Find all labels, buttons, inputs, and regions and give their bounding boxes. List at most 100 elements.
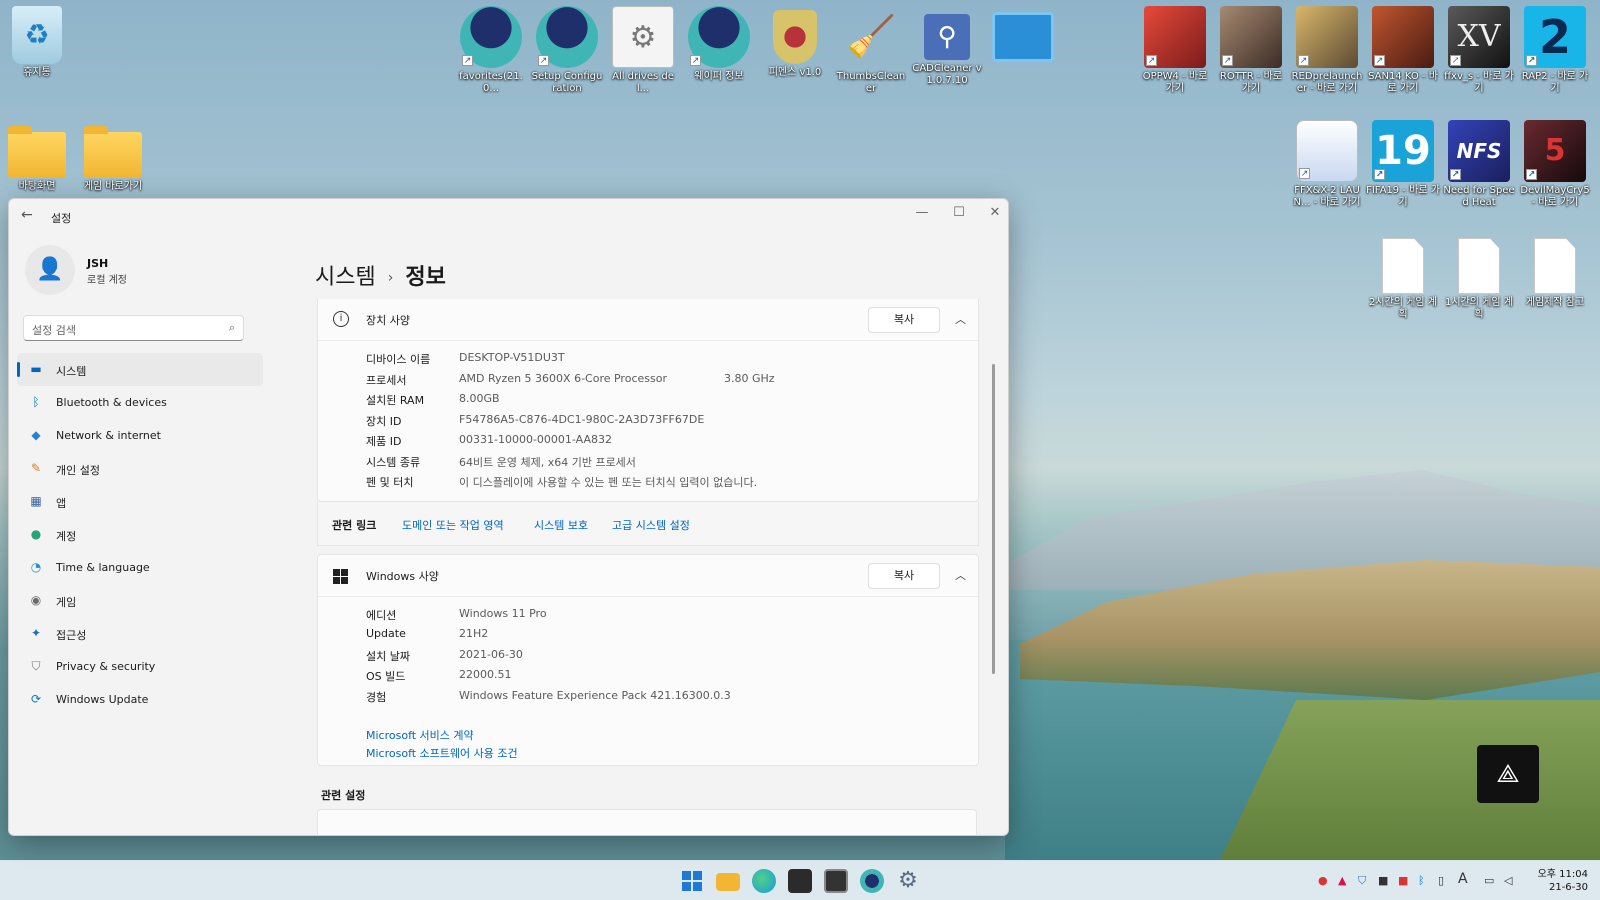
desktop-icon-oppw4[interactable]: ↗ OPPW4 - 바로 가기: [1138, 6, 1212, 95]
desktop-icon-doc-3[interactable]: 게임제작 참고: [1518, 238, 1592, 309]
desktop-icon-dashboard[interactable]: [986, 6, 1060, 65]
tray-shield-icon[interactable]: ⛉: [1358, 874, 1366, 888]
related-settings-title: 관련 설정: [321, 789, 366, 802]
link-microsoft-services-agreement[interactable]: Microsoft 서비스 계약: [366, 727, 474, 743]
desktop-icon-setup-configuration[interactable]: ↗ Setup Configuration: [530, 6, 604, 95]
shortcut-arrow-icon: ↗: [1526, 55, 1537, 66]
network-icon[interactable]: ▭: [1484, 874, 1494, 887]
chart-dashboard-icon: [992, 12, 1054, 62]
copy-device-specs-button[interactable]: 복사: [868, 307, 940, 333]
desktop-icon-wafer-info[interactable]: ↗ 웨이퍼 정보: [682, 6, 756, 83]
start-icon[interactable]: [680, 869, 704, 893]
link-advanced-system-settings[interactable]: 고급 시스템 설정: [612, 517, 690, 533]
desktop-icon-doc-1[interactable]: 2시간의 게임 계획: [1366, 238, 1440, 321]
desktop-icon-redprelauncher[interactable]: ↗ REDprelauncher - 바로 가기: [1290, 6, 1364, 95]
breadcrumb-parent[interactable]: 시스템: [315, 265, 376, 290]
volume-icon[interactable]: ◁: [1504, 874, 1512, 887]
desktop-icon-rap2[interactable]: 2 ↗ RAP2 - 바로 가기: [1518, 6, 1592, 95]
maximize-button[interactable]: ☐: [941, 205, 977, 227]
nav-item-system[interactable]: ▬ 시스템: [17, 353, 263, 386]
nav-item-accessibility[interactable]: ✦ 접근성: [17, 617, 263, 650]
desktop-icon-thumbscleaner[interactable]: 🧹 ThumbsCleaner: [834, 6, 908, 95]
nav-item-accounts[interactable]: ● 계정: [17, 518, 263, 551]
nav-item-bluetooth[interactable]: ᛒ Bluetooth & devices: [17, 386, 263, 419]
windows-specs-card: Windows 사양 복사 ︿ 에디션 Windows 11 Pro Updat…: [317, 553, 979, 766]
copy-windows-specs-button[interactable]: 복사: [868, 562, 940, 589]
link-system-protection[interactable]: 시스템 보호: [534, 517, 588, 533]
device-specs-list: 디바이스 이름 DESKTOP-V51DU3T 프로세서 AMD Ryzen 5…: [318, 341, 978, 501]
device-specs-header[interactable]: i 장치 사양 복사 ︿: [318, 299, 978, 341]
file-explorer-icon[interactable]: [716, 873, 740, 891]
chevron-up-icon[interactable]: ︿: [955, 567, 966, 583]
link-microsoft-software-license[interactable]: Microsoft 소프트웨어 사용 조건: [366, 745, 518, 761]
tray-usb-icon[interactable]: ▯: [1438, 874, 1444, 887]
desktop-icon-favorites[interactable]: ↗ favorites(21.0...: [454, 6, 528, 95]
desktop-icon-recycle-bin[interactable]: ♻ 휴지통: [0, 6, 74, 79]
game-cover-icon: 2 ↗: [1524, 6, 1586, 68]
close-button[interactable]: ✕: [977, 205, 1008, 227]
tray-bluetooth-icon[interactable]: ᛒ: [1418, 874, 1425, 887]
shortcut-arrow-icon: ↗: [462, 55, 473, 66]
desktop-icon-fifa19[interactable]: 19 ↗ FIFA19 - 바로 가기: [1366, 120, 1440, 209]
clock[interactable]: 오후 11:04 21-6-30: [1538, 868, 1588, 894]
spec-row: 시스템 종류 64비트 운영 체제, x64 기반 프로세서: [318, 454, 978, 475]
game-cover-icon: NFS ↗: [1448, 120, 1510, 182]
nav-label: Network & internet: [56, 429, 161, 442]
nav-item-privacy[interactable]: ⛉ Privacy & security: [17, 650, 263, 683]
breadcrumb-separator: ›: [387, 270, 394, 286]
profile-account-type: 로컬 계정: [87, 275, 127, 286]
tray-app-icon[interactable]: ●: [1318, 874, 1328, 887]
spec-row: Update 21H2: [318, 627, 978, 648]
desktop-icon-folder-2[interactable]: 게임 바로가기: [76, 124, 150, 193]
breadcrumb: 시스템 › 정보: [315, 259, 446, 291]
shortcut-arrow-icon: ↗: [1374, 55, 1385, 66]
windows-specs-header[interactable]: Windows 사양 복사 ︿: [318, 555, 978, 597]
desktop-icon-san14[interactable]: ↗ SAN14 KO - 바로 가기: [1366, 6, 1440, 95]
game-cover-icon: ↗: [1220, 6, 1282, 68]
desktop-icon-all-drives[interactable]: ⚙ All drives del...: [606, 6, 680, 95]
nav-item-time-language[interactable]: ◔ Time & language: [17, 551, 263, 584]
nav-label: Privacy & security: [56, 660, 156, 673]
content-pane: i 장치 사양 복사 ︿ 디바이스 이름 DESKTOP-V51DU3T 프로세…: [317, 299, 979, 835]
edge-icon[interactable]: [752, 869, 776, 893]
desktop-icon-folder-1[interactable]: 바탕화면: [0, 124, 74, 193]
desktop-icon-ffxv[interactable]: XV ↗ ffxv_s - 바로 가기: [1442, 6, 1516, 95]
settings-gear-icon[interactable]: ⚙: [896, 869, 920, 893]
recycle-bin-icon: ♻: [12, 6, 62, 64]
chevron-up-icon[interactable]: ︿: [955, 311, 966, 327]
desktop-icon-cadcleaner[interactable]: ⚲ CADCleaner v1.0.7.10: [910, 6, 984, 87]
tray-app-icon[interactable]: ■: [1398, 874, 1408, 887]
terminal-icon[interactable]: [824, 869, 848, 893]
app-shortcut-icon: ↗: [460, 6, 522, 68]
desktop-icon-ffx[interactable]: ↗ FFX&X-2 LAUN... - 바로 가기: [1290, 120, 1364, 209]
taskbar: ⚙ ● ▲ ⛉ ■ ■ ᛒ ▯ A ▭ ◁ 오후 11:04 21-6-30: [0, 860, 1600, 900]
store-icon[interactable]: [788, 869, 812, 893]
tray-app-icon[interactable]: ■: [1378, 874, 1388, 887]
ime-indicator[interactable]: A: [1458, 871, 1468, 887]
desktop-icon-pimens[interactable]: 피멘스 v1.0: [758, 6, 832, 79]
nav-item-personalization[interactable]: ✎ 개인 설정: [17, 452, 263, 485]
nav-item-network[interactable]: ◆ Network & internet: [17, 419, 263, 452]
user-profile[interactable]: 👤 JSH 로컬 계정: [25, 245, 255, 297]
spec-row: 경험 Windows Feature Experience Pack 421.1…: [318, 689, 978, 710]
nav-item-windows-update[interactable]: ⟳ Windows Update: [17, 683, 263, 716]
nav-label: 앱: [56, 497, 67, 510]
spec-key: Update: [366, 627, 406, 640]
tray-app-icon[interactable]: ▲: [1338, 874, 1346, 887]
page-title: 정보: [405, 265, 446, 290]
settings-search-input[interactable]: 설정 검색 ⌕: [23, 315, 244, 341]
desktop-icon-dmc5[interactable]: 5 ↗ DevilMayCry5 - 바로 가기: [1518, 120, 1592, 209]
link-domain-workgroup[interactable]: 도메인 또는 작업 영역: [402, 517, 504, 533]
nav-item-gaming[interactable]: ◉ 게임: [17, 584, 263, 617]
desktop-icon-rottr[interactable]: ↗ ROTTR - 바로 가기: [1214, 6, 1288, 95]
nav-item-apps[interactable]: ▦ 앱: [17, 485, 263, 518]
desktop-icon-doc-2[interactable]: 1시간의 게임 계획: [1442, 238, 1516, 321]
app-icon[interactable]: [860, 869, 884, 893]
info-icon: i: [333, 311, 349, 327]
folder-icon: [8, 126, 66, 178]
related-settings-card: [317, 809, 977, 835]
content-scrollbar[interactable]: [992, 364, 995, 674]
back-arrow-icon[interactable]: ←: [21, 207, 33, 223]
minimize-button[interactable]: —: [904, 205, 940, 227]
desktop-icon-nfs-heat[interactable]: NFS ↗ Need for Speed Heat: [1442, 120, 1516, 209]
